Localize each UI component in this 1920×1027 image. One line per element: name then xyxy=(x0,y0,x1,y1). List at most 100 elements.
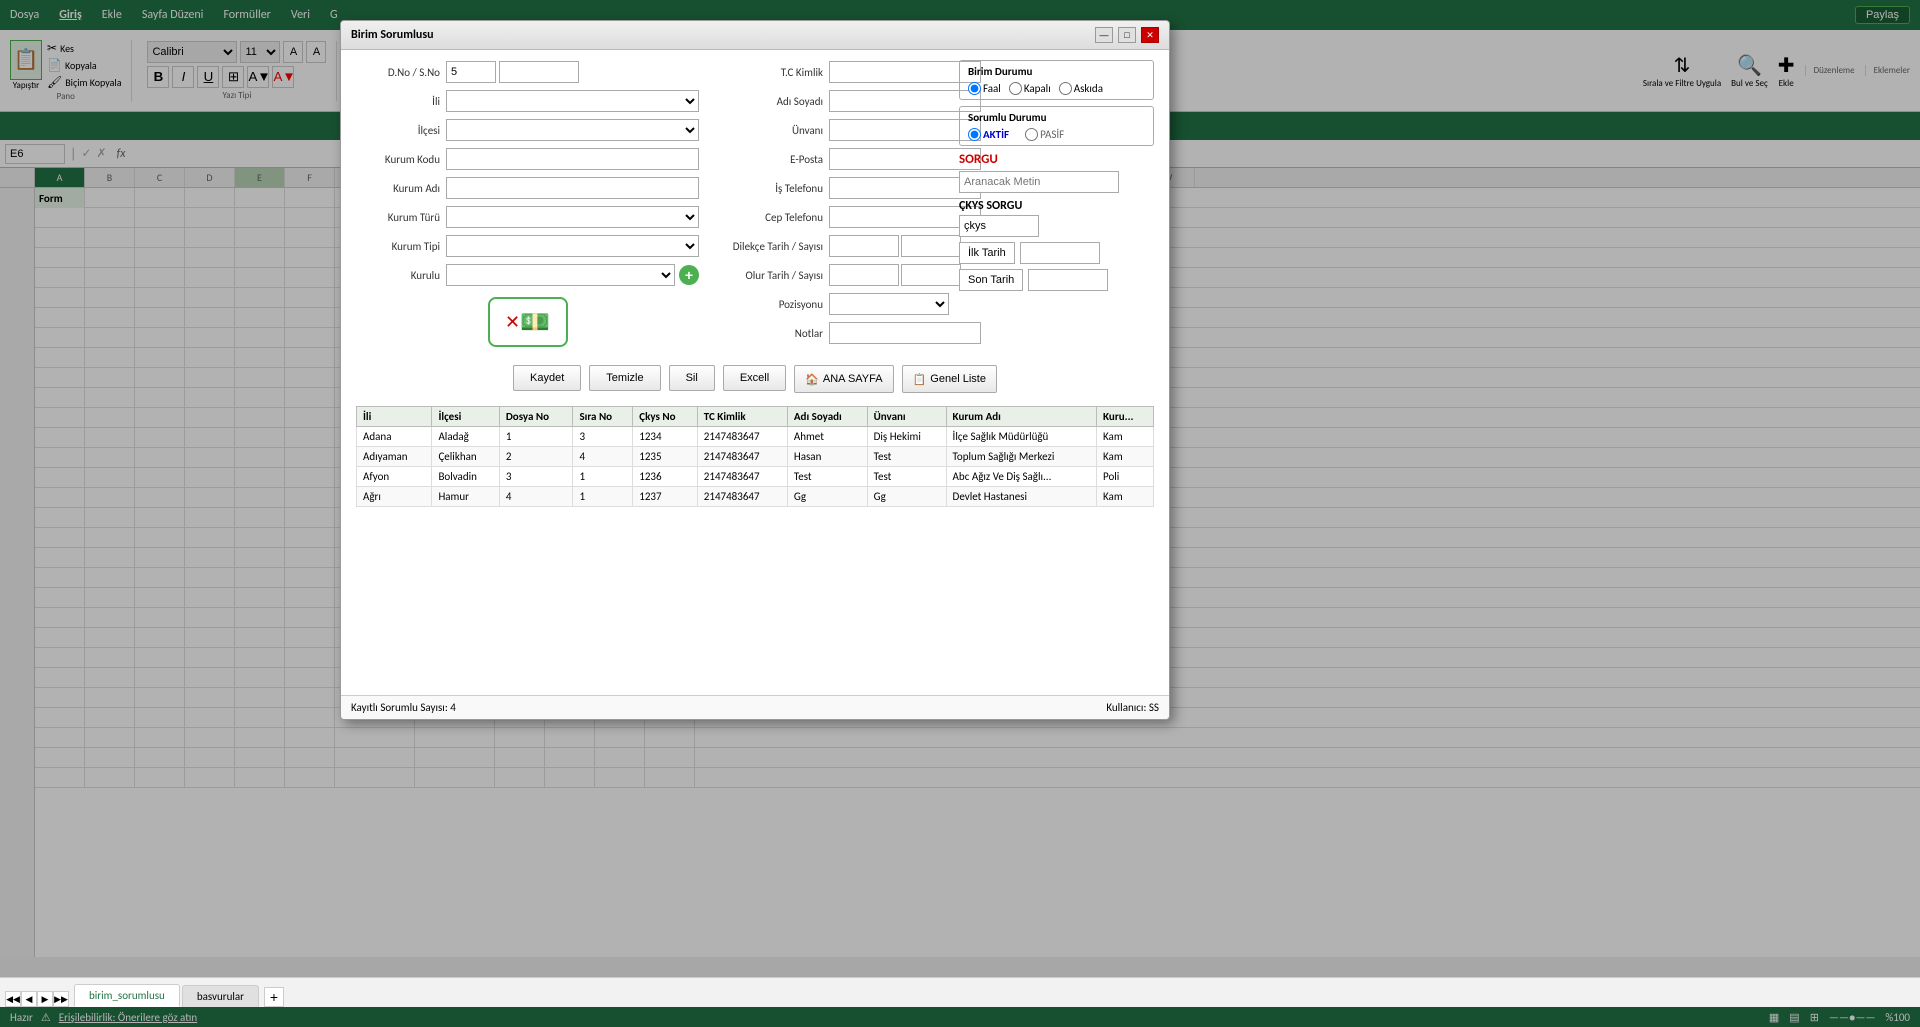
ilce-label: İlçesi xyxy=(356,124,446,137)
middle-form: T.C Kimlik Adı Soyadı Ünvanı xyxy=(709,60,949,357)
genel-liste-button[interactable]: 📋 Genel Liste xyxy=(902,365,997,393)
kurum-adi-row: Kurum Adı xyxy=(356,176,699,200)
table-row[interactable]: AdanaAladağ1312342147483647AhmetDiş Heki… xyxy=(357,427,1154,447)
temizle-button[interactable]: Temizle xyxy=(589,365,660,391)
ilce-select[interactable] xyxy=(446,119,699,141)
dn-input[interactable] xyxy=(446,61,496,83)
minimize-btn[interactable]: — xyxy=(1095,27,1113,43)
tab-next-btn[interactable]: ▶ xyxy=(37,991,53,1007)
adi-soyadi-label: Adı Soyadı xyxy=(709,95,829,108)
faal-radio[interactable] xyxy=(968,82,981,95)
ilk-tarih-input[interactable] xyxy=(1020,242,1100,264)
pasif-radio[interactable] xyxy=(1025,128,1038,141)
sno-input[interactable] xyxy=(499,61,579,83)
data-table-container[interactable]: İli İlçesi Dosya No Sıra No Çkys No TC K… xyxy=(356,401,1154,507)
dilekce-label: Dilekçe Tarih / Sayısı xyxy=(709,240,829,253)
aktif-radio-label[interactable]: AKTİF xyxy=(968,128,1009,141)
adi-soyadi-row: Adı Soyadı xyxy=(709,89,949,113)
table-row[interactable]: AğrıHamur4112372147483647GgGgDevlet Hast… xyxy=(357,487,1154,507)
tab-basvurular[interactable]: basvurular xyxy=(182,985,259,1007)
faal-radio-label[interactable]: Faal xyxy=(968,82,1001,95)
ilk-tarih-button[interactable]: İlk Tarih xyxy=(959,242,1015,264)
home-icon: 🏠 xyxy=(805,373,819,386)
kurulu-row: Kurulu + xyxy=(356,263,699,287)
left-form: D.No / S.No İli İlçesi xyxy=(356,60,699,357)
sorumlu-durumu-radios: AKTİF PASİF xyxy=(968,128,1145,141)
son-tarih-row: Son Tarih xyxy=(959,269,1154,291)
top-section: D.No / S.No İli İlçesi xyxy=(356,60,1154,357)
table-cell: Adana xyxy=(357,427,432,447)
il-select[interactable] xyxy=(446,90,699,112)
restore-btn[interactable]: □ xyxy=(1118,27,1136,43)
tab-bar: ◀◀ ◀ ▶ ▶▶ birim_sorumlusu basvurular + xyxy=(0,977,1920,1007)
tab-prev-btn[interactable]: ◀ xyxy=(21,991,37,1007)
table-cell: 4 xyxy=(499,487,573,507)
table-cell: Kam xyxy=(1097,447,1154,467)
eposta-row: E-Posta xyxy=(709,147,949,171)
kurulu-add-button[interactable]: + xyxy=(679,265,699,285)
kapali-radio-label[interactable]: Kapalı xyxy=(1009,82,1051,95)
kurum-tipi-row: Kurum Tipi xyxy=(356,234,699,258)
sorgu-input[interactable] xyxy=(959,171,1119,193)
askida-radio[interactable] xyxy=(1059,82,1072,95)
excell-button[interactable]: Excell xyxy=(723,365,786,391)
ckys-input[interactable] xyxy=(959,215,1039,237)
tab-first-btn[interactable]: ◀◀ xyxy=(5,991,21,1007)
dilekce-sayi-input[interactable] xyxy=(901,235,961,257)
pasif-text: PASİF xyxy=(1040,128,1064,141)
ana-sayfa-button[interactable]: 🏠 ANA SAYFA xyxy=(794,365,893,393)
list-icon: 📋 xyxy=(913,373,927,386)
table-cell: 2147483647 xyxy=(697,487,787,507)
kurum-kodu-input[interactable] xyxy=(446,148,699,170)
askida-radio-label[interactable]: Askıda xyxy=(1059,82,1103,95)
table-row[interactable]: AdıyamanÇelikhan2412352147483647HasanTes… xyxy=(357,447,1154,467)
table-header: İli İlçesi Dosya No Sıra No Çkys No TC K… xyxy=(357,407,1154,427)
data-table: İli İlçesi Dosya No Sıra No Çkys No TC K… xyxy=(356,406,1154,507)
kurum-adi-input[interactable] xyxy=(446,177,699,199)
table-cell: 1236 xyxy=(633,467,698,487)
dialog-title: Birim Sorumlusu xyxy=(351,28,434,42)
add-sheet-btn[interactable]: + xyxy=(264,987,284,1007)
table-cell: 4 xyxy=(573,447,633,467)
table-cell: Test xyxy=(867,447,946,467)
son-tarih-input[interactable] xyxy=(1028,269,1108,291)
tc-label: T.C Kimlik xyxy=(709,66,829,79)
tab-last-btn[interactable]: ▶▶ xyxy=(53,991,69,1007)
col-kurum-adi: Kurum Adı xyxy=(946,407,1096,427)
table-cell: Gg xyxy=(787,487,867,507)
kapali-radio[interactable] xyxy=(1009,82,1022,95)
pozisyon-select[interactable] xyxy=(829,293,949,315)
olur-sayi-input[interactable] xyxy=(901,264,961,286)
kurum-turu-select[interactable] xyxy=(446,206,699,228)
table-cell: Abc Ağız Ve Diş Sağlı... xyxy=(946,467,1096,487)
kurum-tipi-select[interactable] xyxy=(446,235,699,257)
table-cell: Adıyaman xyxy=(357,447,432,467)
notlar-row: Notlar xyxy=(709,321,949,345)
dn-sno-row: D.No / S.No xyxy=(356,60,699,84)
son-tarih-button[interactable]: Son Tarih xyxy=(959,269,1023,291)
sil-button[interactable]: Sil xyxy=(669,365,715,391)
kurum-turu-row: Kurum Türü xyxy=(356,205,699,229)
right-panel: Birim Durumu Faal Kapalı Askıda xyxy=(959,60,1154,357)
is-tel-row: İş Telefonu xyxy=(709,176,949,200)
kurum-kodu-label: Kurum Kodu xyxy=(356,153,446,166)
table-body: AdanaAladağ1312342147483647AhmetDiş Heki… xyxy=(357,427,1154,507)
kurulu-select[interactable] xyxy=(446,264,675,286)
close-btn[interactable]: ✕ xyxy=(1141,27,1159,43)
col-kurulus: Kuru... xyxy=(1097,407,1154,427)
pasif-radio-label[interactable]: PASİF xyxy=(1025,128,1064,141)
table-header-row: İli İlçesi Dosya No Sıra No Çkys No TC K… xyxy=(357,407,1154,427)
tab-birim-sorumlusu[interactable]: birim_sorumlusu xyxy=(74,984,180,1007)
kurum-turu-label: Kurum Türü xyxy=(356,211,446,224)
col-unvani: Ünvanı xyxy=(867,407,946,427)
table-cell: Kam xyxy=(1097,487,1154,507)
dilekce-tarih-input[interactable] xyxy=(829,235,899,257)
pozisyon-row: Pozisyonu xyxy=(709,292,949,316)
dialog-controls: — □ ✕ xyxy=(1095,27,1159,43)
col-sira-no: Sıra No xyxy=(573,407,633,427)
olur-tarih-input[interactable] xyxy=(829,264,899,286)
table-row[interactable]: AfyonBolvadin3112362147483647TestTestAbc… xyxy=(357,467,1154,487)
kaydet-button[interactable]: Kaydet xyxy=(513,365,581,391)
kurum-tipi-label: Kurum Tipi xyxy=(356,240,446,253)
aktif-radio[interactable] xyxy=(968,128,981,141)
